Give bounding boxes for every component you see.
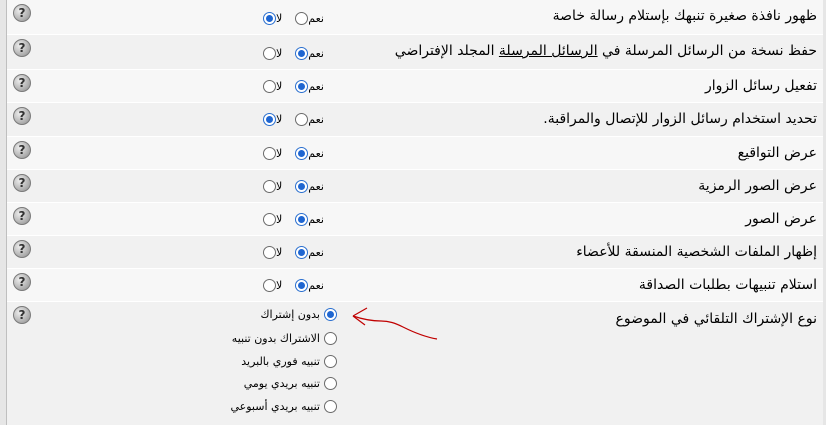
- yes-text: نعم: [308, 80, 324, 93]
- radio-group: نعم لا: [263, 47, 327, 60]
- yes-text: نعم: [308, 246, 324, 259]
- yes-text: نعم: [308, 47, 324, 60]
- setting-row-visitor-restrict: ? نعم لا تحديد استخدام رسائل الزوار للإت…: [7, 103, 823, 137]
- setting-label: عرض التواقيع: [737, 145, 817, 161]
- setting-row-avatars: ? نعم لا عرض الصور الرمزية: [7, 170, 823, 203]
- option-radio[interactable]: [324, 308, 337, 321]
- yes-radio[interactable]: [295, 213, 309, 226]
- no-text: لا: [276, 147, 283, 160]
- radio-group: نعم لا: [263, 113, 327, 126]
- no-text: لا: [276, 279, 283, 292]
- radio-group: نعم لا: [263, 12, 327, 25]
- radio-group: نعم لا: [263, 213, 327, 226]
- label-part: حفظ نسخة من الرسائل المرسلة في: [597, 43, 817, 59]
- setting-row-friend-requests: ? نعم لا استلام تنبيهات بطلبات الصداقة: [7, 269, 823, 302]
- setting-label: تفعيل رسائل الزوار: [704, 78, 817, 94]
- option-text: تنبيه فوري بالبريد: [241, 355, 320, 368]
- setting-label: ظهور نافذة صغيرة تنبهك بإستلام رسالة خاص…: [552, 8, 817, 24]
- yes-radio[interactable]: [295, 80, 309, 93]
- yes-text: نعم: [308, 180, 324, 193]
- yes-radio[interactable]: [295, 246, 309, 259]
- yes-radio[interactable]: [295, 147, 309, 160]
- no-text: لا: [276, 213, 283, 226]
- option-text: بدون إشتراك: [260, 308, 320, 321]
- radio-group: نعم لا: [263, 147, 327, 160]
- yes-radio[interactable]: [295, 279, 309, 292]
- option-radio[interactable]: [324, 400, 337, 413]
- no-text: لا: [276, 180, 283, 193]
- setting-label: عرض الصور الرمزية: [698, 178, 817, 194]
- setting-label: عرض الصور: [745, 211, 817, 227]
- option-radio[interactable]: [324, 355, 337, 368]
- setting-row-save-sent-copy: ? نعم لا حفظ نسخة من الرسائل المرسلة في …: [7, 35, 823, 70]
- no-text: لا: [276, 47, 283, 60]
- help-icon[interactable]: ?: [13, 74, 31, 92]
- no-radio[interactable]: [263, 279, 276, 292]
- setting-row-styled-profiles: ? نعم لا إظهار الملفات الشخصية المنسقة ل…: [7, 236, 823, 269]
- option-text: تنبيه بريدي أسبوعي: [230, 400, 321, 413]
- setting-label: نوع الإشتراك التلقائي في الموضوع: [615, 311, 817, 327]
- no-text: لا: [276, 12, 283, 25]
- settings-panel: ? نعم لا ظهور نافذة صغيرة تنبهك بإستلام …: [0, 0, 826, 425]
- help-icon[interactable]: ?: [13, 174, 31, 192]
- no-text: لا: [276, 246, 283, 259]
- option-text: الاشتراك بدون تنبيه: [231, 332, 320, 345]
- radio-group: نعم لا: [263, 246, 327, 259]
- yes-text: نعم: [308, 213, 324, 226]
- option-text: تنبيه بريدي يومي: [243, 377, 320, 390]
- yes-text: نعم: [308, 147, 324, 160]
- subscription-option[interactable]: الاشتراك بدون تنبيه: [232, 332, 337, 345]
- yes-radio[interactable]: [295, 12, 309, 25]
- setting-label: إظهار الملفات الشخصية المنسقة للأعضاء: [576, 244, 817, 260]
- subscription-option[interactable]: تنبيه بريدي يومي: [244, 377, 337, 390]
- setting-row-popup-notification: ? نعم لا ظهور نافذة صغيرة تنبهك بإستلام …: [7, 0, 823, 35]
- subscription-option[interactable]: تنبيه بريدي أسبوعي: [230, 400, 337, 413]
- setting-row-images: ? نعم لا عرض الصور: [7, 203, 823, 236]
- subscription-option[interactable]: تنبيه فوري بالبريد: [241, 355, 337, 368]
- setting-label: تحديد استخدام رسائل الزوار للإتصال والمر…: [543, 111, 817, 127]
- help-icon[interactable]: ?: [13, 273, 31, 291]
- help-icon[interactable]: ?: [13, 107, 31, 125]
- no-radio[interactable]: [263, 180, 276, 193]
- no-radio[interactable]: [263, 80, 276, 93]
- help-icon[interactable]: ?: [13, 207, 31, 225]
- yes-text: نعم: [308, 12, 324, 25]
- subscription-option[interactable]: بدون إشتراك: [260, 308, 337, 321]
- option-radio[interactable]: [324, 377, 337, 390]
- no-radio[interactable]: [263, 246, 276, 259]
- help-icon[interactable]: ?: [13, 141, 31, 159]
- setting-label: استلام تنبيهات بطلبات الصداقة: [638, 277, 817, 293]
- no-text: لا: [276, 113, 283, 126]
- help-icon[interactable]: ?: [13, 240, 31, 258]
- radio-group: نعم لا: [263, 80, 327, 93]
- yes-radio[interactable]: [295, 180, 309, 193]
- help-icon[interactable]: ?: [13, 39, 31, 57]
- radio-group: نعم لا: [263, 180, 327, 193]
- no-radio[interactable]: [263, 47, 276, 60]
- label-part: المجلد الإفتراضي: [394, 43, 499, 59]
- no-radio[interactable]: [263, 113, 276, 126]
- yes-text: نعم: [308, 113, 324, 126]
- setting-label: حفظ نسخة من الرسائل المرسلة في الرسائل ا…: [395, 43, 817, 59]
- setting-row-visitor-messages: ? نعم لا تفعيل رسائل الزوار: [7, 70, 823, 103]
- yes-text: نعم: [308, 279, 324, 292]
- red-arrow-annotation: [352, 307, 438, 340]
- help-icon[interactable]: ?: [13, 4, 31, 22]
- radio-group: نعم لا: [263, 279, 327, 292]
- yes-radio[interactable]: [295, 113, 309, 126]
- no-text: لا: [276, 80, 283, 93]
- no-radio[interactable]: [263, 12, 276, 25]
- option-radio[interactable]: [324, 332, 337, 345]
- no-radio[interactable]: [263, 213, 276, 226]
- yes-radio[interactable]: [295, 47, 309, 60]
- no-radio[interactable]: [263, 147, 276, 160]
- setting-row-signatures: ? نعم لا عرض التواقيع: [7, 137, 823, 170]
- sent-messages-link[interactable]: الرسائل المرسلة: [499, 43, 598, 59]
- panel-left-border: [0, 0, 7, 425]
- help-icon[interactable]: ?: [13, 306, 31, 324]
